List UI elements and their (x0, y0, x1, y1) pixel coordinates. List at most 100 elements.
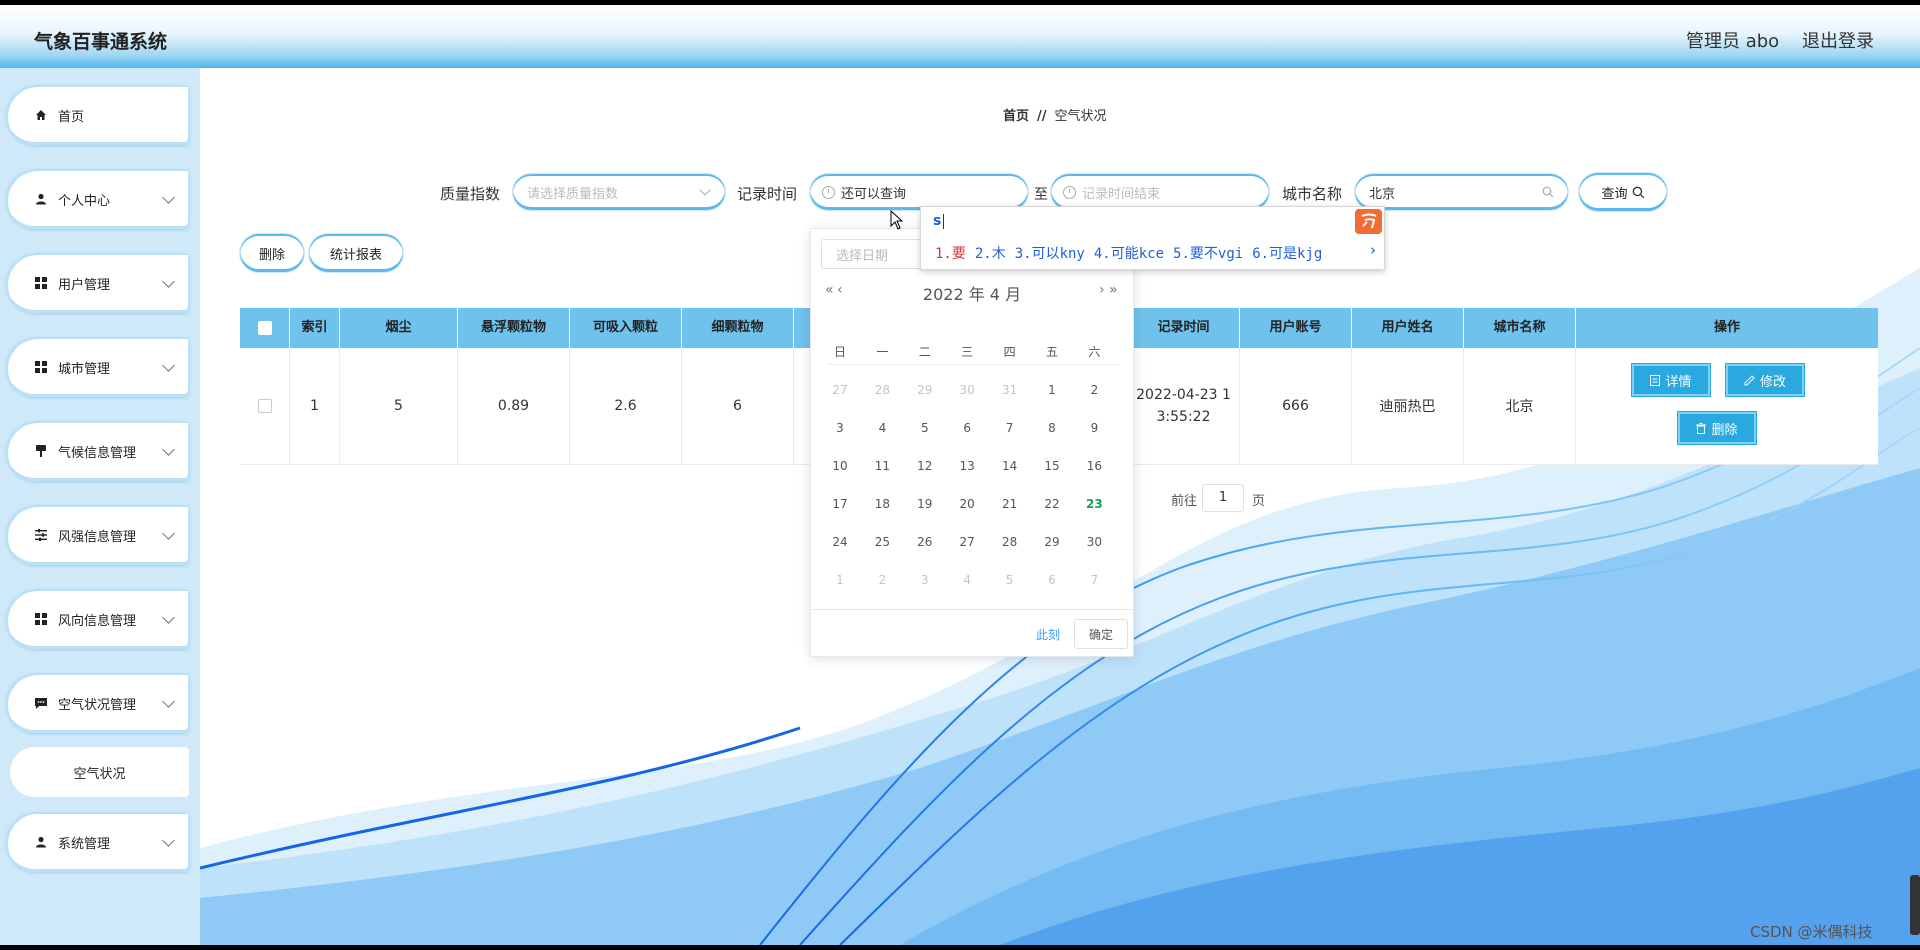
day-cell[interactable]: 26 (904, 535, 946, 549)
sidebar-item-user-management[interactable]: 用户管理 (6, 253, 189, 313)
day-cell[interactable]: 28 (989, 535, 1031, 549)
day-cell[interactable]: 6 (1031, 573, 1073, 587)
ime-candidate[interactable]: 6.可是kjg (1252, 246, 1322, 262)
col-account: 用户账号 (1240, 308, 1352, 348)
day-cell[interactable]: 5 (904, 421, 946, 435)
day-cell[interactable]: 16 (1073, 459, 1115, 473)
weekday-label: 三 (961, 345, 974, 359)
delete-button-label: 删除 (1711, 422, 1738, 438)
quality-select[interactable]: 请选择质量指数 (513, 174, 725, 210)
day-cell[interactable]: 5 (989, 573, 1031, 587)
day-cell[interactable]: 28 (861, 383, 903, 397)
grid-icon (34, 612, 48, 626)
statistics-report-button[interactable]: 统计报表 (309, 234, 403, 272)
weekday-label: 四 (1003, 345, 1016, 359)
chevron-down-icon (162, 190, 175, 204)
day-cell[interactable]: 21 (989, 497, 1031, 511)
edit-button[interactable]: 修改 (1726, 364, 1804, 396)
city-label: 城市名称 (1282, 185, 1343, 203)
day-cell[interactable]: 12 (904, 459, 946, 473)
day-cell[interactable]: 1 (1031, 383, 1073, 397)
day-cell[interactable]: 17 (819, 497, 861, 511)
sidebar-item-climate-management[interactable]: 气候信息管理 (6, 421, 189, 481)
day-cell[interactable]: 14 (989, 459, 1031, 473)
sidebar-item-wind-direction-management[interactable]: 风向信息管理 (6, 589, 189, 649)
day-cell[interactable]: 31 (989, 383, 1031, 397)
delete-button[interactable]: 删除 (1678, 412, 1756, 444)
day-cell[interactable]: 13 (946, 459, 988, 473)
now-button[interactable]: 此刻 (1036, 626, 1060, 643)
day-cell[interactable]: 2 (1073, 383, 1115, 397)
record-time-start-input[interactable]: 还可以查询 (810, 174, 1028, 210)
day-cell[interactable]: 10 (819, 459, 861, 473)
grid-icon (34, 360, 48, 374)
query-button[interactable]: 查询 (1579, 173, 1667, 211)
day-cell[interactable]: 18 (861, 497, 903, 511)
ime-candidate[interactable]: 5.要不vgi (1173, 246, 1243, 262)
day-cell-today[interactable]: 23 (1073, 497, 1115, 511)
day-cell[interactable]: 4 (861, 421, 903, 435)
day-cell[interactable]: 6 (946, 421, 988, 435)
batch-delete-button[interactable]: 删除 (240, 234, 304, 272)
day-cell[interactable]: 4 (946, 573, 988, 587)
day-cell[interactable]: 7 (989, 421, 1031, 435)
next-month-button[interactable]: › (1099, 282, 1105, 298)
day-cell[interactable]: 24 (819, 535, 861, 549)
day-cell[interactable]: 7 (1073, 573, 1115, 587)
select-all-checkbox[interactable] (257, 321, 272, 335)
day-cell[interactable]: 27 (819, 383, 861, 397)
sidebar-item-label: 个人中心 (58, 193, 111, 209)
ime-candidate[interactable]: 3.可以kny (1015, 246, 1085, 262)
sidebar-item-air-quality-management[interactable]: 空气状况管理 (6, 673, 189, 733)
day-cell[interactable]: 30 (1073, 535, 1115, 549)
sidebar-item-system-management[interactable]: 系统管理 (6, 812, 189, 872)
day-cell[interactable]: 25 (861, 535, 903, 549)
sidebar-item-personal-center[interactable]: 个人中心 (6, 169, 189, 229)
ime-next-page-button[interactable]: › (1370, 241, 1376, 259)
mouse-cursor-icon (890, 210, 904, 230)
document-icon (1650, 374, 1661, 386)
city-value: 北京 (1369, 186, 1396, 202)
row-checkbox[interactable] (257, 399, 272, 413)
clock-icon (822, 185, 835, 199)
day-cell[interactable]: 2 (861, 573, 903, 587)
day-cell[interactable]: 29 (1031, 535, 1073, 549)
ime-candidate[interactable]: 4.可能kce (1094, 246, 1164, 262)
chevron-down-icon (162, 610, 175, 624)
ime-candidate[interactable]: 2.木 (975, 246, 1006, 262)
detail-button[interactable]: 详情 (1632, 364, 1710, 396)
day-cell[interactable]: 11 (861, 459, 903, 473)
day-cell[interactable]: 27 (946, 535, 988, 549)
record-time-end-input[interactable]: 记录时间结束 (1051, 174, 1269, 210)
weekday-label: 一 (876, 345, 889, 359)
day-cell[interactable]: 8 (1031, 421, 1073, 435)
edit-icon (1744, 374, 1755, 385)
sidebar-item-city-management[interactable]: 城市管理 (6, 337, 189, 397)
top-header: 气象百事通系统 管理员 abo 退出登录 (0, 5, 1920, 68)
sidebar-item-label: 风向信息管理 (58, 613, 137, 629)
city-input[interactable]: 北京 (1355, 174, 1568, 210)
day-cell[interactable]: 19 (904, 497, 946, 511)
day-cell[interactable]: 29 (904, 383, 946, 397)
next-year-button[interactable]: » (1109, 282, 1118, 298)
ime-composition: s (933, 213, 945, 229)
date-picker-input[interactable]: 选择日期 (821, 239, 931, 269)
date-picker-popup: 选择日期 « ‹ 2022 年 4 月 › » 日一二三四五六 27 28 29 30… (810, 228, 1134, 657)
breadcrumb-home[interactable]: 首页 (1003, 109, 1029, 124)
pager-page-input[interactable]: 1 (1202, 484, 1244, 512)
sidebar-subitem-air-quality[interactable]: 空气状况 (10, 747, 189, 797)
sidebar-item-home[interactable]: 首页 (6, 85, 189, 145)
day-cell[interactable]: 9 (1073, 421, 1115, 435)
scrollbar-thumb[interactable] (1910, 875, 1920, 935)
confirm-button[interactable]: 确定 (1074, 619, 1128, 649)
day-cell[interactable]: 30 (946, 383, 988, 397)
day-cell[interactable]: 20 (946, 497, 988, 511)
day-cell[interactable]: 15 (1031, 459, 1073, 473)
sidebar-item-wind-strength-management[interactable]: 风强信息管理 (6, 505, 189, 565)
logout-link[interactable]: 退出登录 (1802, 27, 1874, 53)
day-cell[interactable]: 1 (819, 573, 861, 587)
ime-candidate[interactable]: 1.要 (935, 246, 966, 262)
day-cell[interactable]: 22 (1031, 497, 1073, 511)
day-cell[interactable]: 3 (904, 573, 946, 587)
day-cell[interactable]: 3 (819, 421, 861, 435)
